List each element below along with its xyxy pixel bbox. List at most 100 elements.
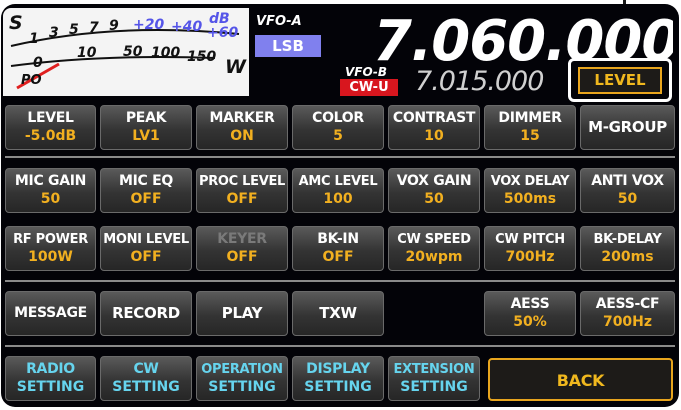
button-title: PEAK [125, 110, 167, 126]
button-value: -5.0dB [24, 128, 77, 144]
vox-gain-button[interactable]: VOX GAIN 50 [388, 168, 480, 213]
button-value: 200ms [601, 249, 654, 265]
proc-level-button[interactable]: PROC LEVEL OFF [196, 168, 288, 213]
button-value: ON [230, 128, 254, 144]
button-value: 50 [40, 191, 61, 207]
button-title: LEVEL [27, 110, 74, 126]
moni-level-button[interactable]: MONI LEVEL OFF [100, 226, 192, 271]
button-value: 50 [617, 191, 638, 207]
dimmer-button[interactable]: DIMMER 15 [484, 105, 576, 150]
button-line-1: RADIO [26, 361, 75, 377]
cw-speed-button[interactable]: CW SPEED 20wpm [388, 226, 480, 271]
button-value: 50% [513, 314, 547, 330]
button-value: 500ms [503, 191, 557, 207]
bk-delay-button[interactable]: BK-DELAY 200ms [580, 226, 675, 271]
extension-setting-button[interactable]: EXTENSION SETTING [388, 356, 480, 401]
button-value: 20wpm [405, 249, 463, 265]
button-value: OFF [226, 191, 258, 207]
s-tick-plus60: +60 [207, 25, 239, 41]
button-title: AESS [510, 296, 550, 312]
button-value: OFF [226, 249, 258, 265]
button-title: BK-DELAY [593, 232, 662, 247]
s-tick-9: 9 [109, 18, 119, 34]
button-value: 700Hz [602, 314, 653, 330]
button-value: 700Hz [505, 249, 555, 265]
button-line-1: CW [133, 361, 159, 377]
button-value: 100W [28, 249, 73, 265]
button-value: 50 [424, 191, 444, 207]
button-line-2: SETTING [208, 379, 276, 395]
po-tick-10: 10 [77, 45, 97, 61]
button-title: DIMMER [498, 110, 562, 126]
s-meter: S 1 3 5 7 9 +20 +40 dB +60 0 10 50 100 1… [3, 8, 249, 96]
po-tick-100: 100 [151, 45, 181, 61]
button-title: VOX GAIN [396, 173, 472, 189]
button-line-1: EXTENSION [393, 362, 475, 377]
play-button[interactable]: PLAY [196, 291, 288, 336]
button-title: KEYER [217, 231, 267, 247]
color-button[interactable]: COLOR 5 [292, 105, 384, 150]
button-value: OFF [322, 249, 354, 265]
aess-button[interactable]: AESS 50% [484, 291, 576, 336]
keyer-button[interactable]: KEYER OFF [196, 226, 288, 271]
button-title: AESS-CF [595, 296, 660, 312]
radio-setting-button[interactable]: RADIO SETTING [5, 356, 96, 401]
s-tick-plus20: +20 [133, 17, 165, 33]
vfo-a-mode[interactable]: LSB [255, 35, 321, 57]
message-button[interactable]: MESSAGE [5, 291, 96, 336]
button-title: MIC GAIN [14, 173, 87, 189]
back-button[interactable]: BACK [488, 358, 673, 401]
anti-vox-button[interactable]: ANTI VOX 50 [580, 168, 675, 213]
button-title: TXW [319, 304, 357, 322]
button-title: BK-IN [317, 231, 359, 247]
vfo-a-label: VFO-A [256, 14, 302, 29]
vfo-b-frequency[interactable]: 7.015.000 [415, 66, 544, 98]
button-line-2: SETTING [304, 379, 372, 395]
txw-button[interactable]: TXW [292, 291, 384, 336]
db-label: dB [209, 11, 230, 27]
vfo-b-mode[interactable]: CW-U [340, 79, 398, 96]
display-setting-button[interactable]: DISPLAY SETTING [292, 356, 384, 401]
cw-setting-button[interactable]: CW SETTING [100, 356, 192, 401]
peak-button[interactable]: PEAK LV1 [100, 105, 192, 150]
button-title: PLAY [221, 304, 263, 322]
amc-level-button[interactable]: AMC LEVEL 100 [292, 168, 384, 213]
s-tick-7: 7 [89, 20, 99, 36]
button-line-2: SETTING [16, 379, 85, 395]
mic-gain-button[interactable]: MIC GAIN 50 [5, 168, 96, 213]
button-title: RF POWER [13, 232, 88, 247]
button-title: MONI LEVEL [103, 232, 189, 247]
record-button[interactable]: RECORD [100, 291, 192, 336]
button-value: OFF [130, 191, 162, 207]
w-label: W [225, 56, 246, 78]
button-value: 5 [333, 128, 343, 144]
button-value: 10 [424, 128, 444, 144]
button-title: BACK [556, 371, 605, 390]
button-line-1: DISPLAY [306, 361, 370, 377]
vox-delay-button[interactable]: VOX DELAY 500ms [484, 168, 576, 213]
level-button[interactable]: LEVEL [578, 67, 662, 94]
divider [5, 345, 675, 347]
bk-in-button[interactable]: BK-IN OFF [292, 226, 384, 271]
s-tick-plus40: +40 [171, 19, 203, 35]
cw-pitch-button[interactable]: CW PITCH 700Hz [484, 226, 576, 271]
s-tick-1: 1 [29, 31, 39, 47]
rf-power-button[interactable]: RF POWER 100W [5, 226, 96, 271]
button-line-2: SETTING [400, 379, 468, 395]
operation-setting-button[interactable]: OPERATION SETTING [196, 356, 288, 401]
po-label: PO [21, 73, 42, 88]
mic-eq-button[interactable]: MIC EQ OFF [100, 168, 192, 213]
contrast-button[interactable]: CONTRAST 10 [388, 105, 480, 150]
button-value: OFF [130, 249, 162, 265]
button-title: COLOR [312, 110, 364, 126]
button-title: M-GROUP [588, 118, 667, 136]
aess-cf-button[interactable]: AESS-CF 700Hz [580, 291, 675, 336]
level-setting-button[interactable]: LEVEL -5.0dB [5, 105, 96, 150]
button-title: ANTI VOX [591, 173, 664, 189]
button-title: CW PITCH [495, 232, 565, 247]
button-line-1: OPERATION [201, 362, 283, 377]
radio-display: S 1 3 5 7 9 +20 +40 dB +60 0 10 50 100 1… [1, 4, 679, 407]
m-group-button[interactable]: M-GROUP [580, 105, 675, 150]
marker-button[interactable]: MARKER ON [196, 105, 288, 150]
button-title: CW SPEED [397, 232, 471, 247]
